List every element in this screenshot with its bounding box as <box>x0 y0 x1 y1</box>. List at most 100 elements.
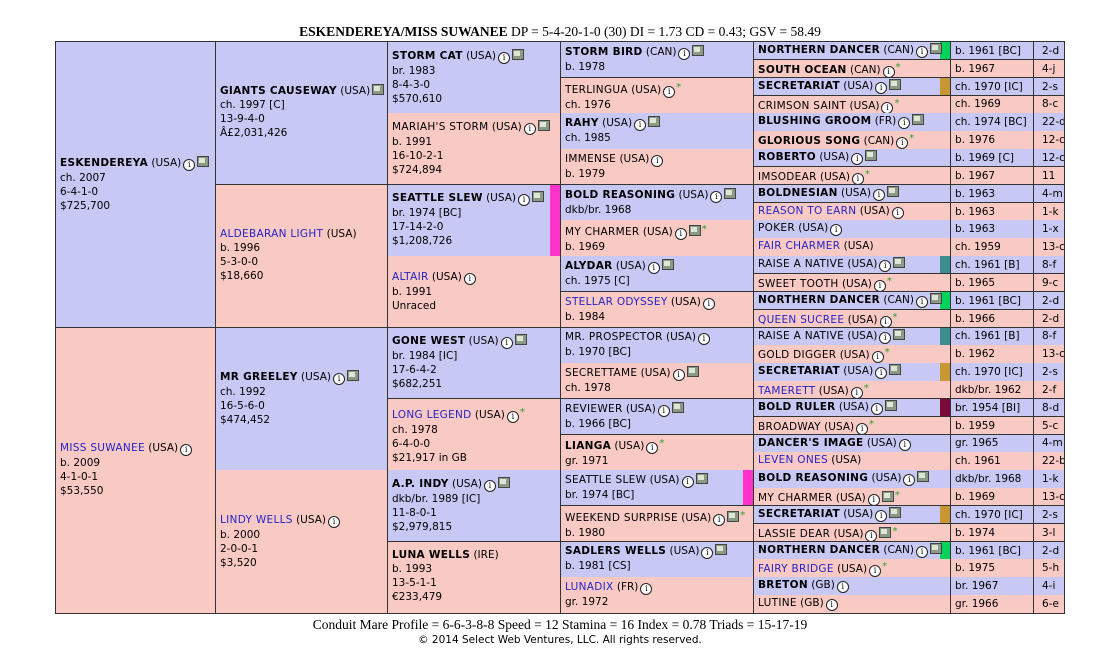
horse-name[interactable]: ALDEBARAN LIGHT <box>220 228 323 240</box>
horse-name[interactable]: LONG LEGEND <box>392 409 472 421</box>
info-icon[interactable]: i <box>830 224 843 237</box>
info-icon[interactable]: i <box>891 206 904 219</box>
photo-icon[interactable] <box>671 401 684 413</box>
photo-icon[interactable] <box>197 155 210 167</box>
photo-icon[interactable] <box>695 473 708 485</box>
info-icon[interactable]: i <box>898 438 911 451</box>
info-icon[interactable]: i <box>875 81 888 94</box>
info-icon[interactable]: i <box>640 583 653 596</box>
info-icon[interactable]: i <box>856 422 869 435</box>
photo-icon[interactable] <box>929 542 942 554</box>
info-icon[interactable]: i <box>896 137 909 149</box>
horse-name[interactable]: ALTAIR <box>392 271 429 283</box>
info-icon[interactable]: i <box>651 154 664 167</box>
horse-name[interactable]: STELLAR ODYSSEY <box>565 296 668 308</box>
info-icon[interactable]: i <box>678 47 691 60</box>
photo-icon[interactable] <box>889 78 902 90</box>
info-icon[interactable]: i <box>672 369 685 382</box>
horse-name[interactable]: FAIR CHARMER <box>758 240 840 252</box>
photo-icon[interactable] <box>497 476 510 488</box>
info-icon[interactable]: i <box>879 331 892 344</box>
info-icon[interactable]: i <box>875 367 888 380</box>
info-icon[interactable]: i <box>498 51 510 64</box>
info-icon[interactable]: i <box>825 599 838 612</box>
photo-icon[interactable] <box>893 257 906 269</box>
photo-icon[interactable] <box>688 225 701 237</box>
info-icon[interactable]: i <box>881 101 894 113</box>
info-icon[interactable]: i <box>867 494 880 506</box>
photo-icon[interactable] <box>346 369 359 381</box>
photo-icon[interactable] <box>912 114 925 126</box>
info-icon[interactable]: i <box>710 190 723 203</box>
photo-icon[interactable] <box>661 258 674 270</box>
info-icon[interactable]: i <box>500 337 513 350</box>
info-icon[interactable]: i <box>701 547 714 560</box>
info-icon[interactable]: i <box>328 515 341 528</box>
info-icon[interactable]: i <box>663 85 676 98</box>
horse-name[interactable]: MISS SUWANEE <box>60 442 145 454</box>
photo-icon[interactable] <box>514 334 527 346</box>
photo-icon[interactable] <box>879 526 892 538</box>
info-icon[interactable]: i <box>915 545 928 558</box>
info-icon[interactable]: i <box>851 172 864 185</box>
info-icon[interactable]: i <box>850 387 863 399</box>
photo-icon[interactable] <box>917 471 930 483</box>
info-icon[interactable]: i <box>483 479 496 492</box>
horse-name[interactable]: FAIRY BRIDGE <box>758 563 834 575</box>
photo-icon[interactable] <box>532 191 545 203</box>
photo-icon[interactable] <box>692 44 705 56</box>
info-icon[interactable]: i <box>873 279 886 292</box>
info-icon[interactable]: i <box>647 261 660 274</box>
photo-icon[interactable] <box>512 48 524 60</box>
info-icon[interactable]: i <box>180 444 193 457</box>
horse-name[interactable]: LUNADIX <box>565 581 614 593</box>
photo-icon[interactable] <box>648 116 661 128</box>
info-icon[interactable]: i <box>872 188 885 201</box>
info-icon[interactable]: i <box>903 474 916 487</box>
horse-name[interactable]: LEVEN ONES <box>758 454 828 466</box>
info-icon[interactable]: i <box>702 297 715 310</box>
photo-icon[interactable] <box>886 185 899 197</box>
info-icon[interactable]: i <box>915 295 928 308</box>
horse-name[interactable]: TAMERETT <box>758 385 815 397</box>
info-icon[interactable]: i <box>646 442 659 455</box>
info-icon[interactable]: i <box>681 476 694 489</box>
info-icon[interactable]: i <box>851 153 864 166</box>
info-icon[interactable]: i <box>697 333 710 346</box>
info-icon[interactable]: i <box>882 65 895 78</box>
photo-icon[interactable] <box>893 328 906 340</box>
info-icon[interactable]: i <box>183 158 196 171</box>
info-icon[interactable]: i <box>898 117 911 130</box>
photo-icon[interactable] <box>372 84 385 96</box>
info-icon[interactable]: i <box>865 529 878 542</box>
info-icon[interactable]: i <box>674 228 687 241</box>
horse-name[interactable]: REASON TO EARN <box>758 205 856 217</box>
info-icon[interactable]: i <box>523 123 536 136</box>
photo-icon[interactable] <box>929 43 942 54</box>
photo-icon[interactable] <box>865 150 878 162</box>
info-icon[interactable]: i <box>836 581 849 594</box>
info-icon[interactable]: i <box>879 315 892 327</box>
info-icon[interactable]: i <box>875 509 888 522</box>
info-icon[interactable]: i <box>332 372 345 385</box>
photo-icon[interactable] <box>537 120 550 132</box>
horse-name[interactable]: LINDY WELLS <box>220 514 293 526</box>
info-icon[interactable]: i <box>870 402 883 415</box>
photo-icon[interactable] <box>884 399 897 411</box>
info-icon[interactable]: i <box>869 565 882 577</box>
photo-icon[interactable] <box>889 364 902 376</box>
info-icon[interactable]: i <box>713 513 726 526</box>
photo-icon[interactable] <box>889 506 902 518</box>
photo-icon[interactable] <box>715 544 728 556</box>
photo-icon[interactable] <box>881 491 894 503</box>
info-icon[interactable]: i <box>915 46 928 58</box>
info-icon[interactable]: i <box>879 260 892 273</box>
info-icon[interactable]: i <box>463 272 476 285</box>
info-icon[interactable]: i <box>871 351 884 363</box>
info-icon[interactable]: i <box>634 119 647 132</box>
photo-icon[interactable] <box>724 187 737 199</box>
info-icon[interactable]: i <box>657 404 670 417</box>
photo-icon[interactable] <box>727 510 740 522</box>
photo-icon[interactable] <box>929 292 942 304</box>
horse-name[interactable]: QUEEN SUCREE <box>758 314 844 326</box>
